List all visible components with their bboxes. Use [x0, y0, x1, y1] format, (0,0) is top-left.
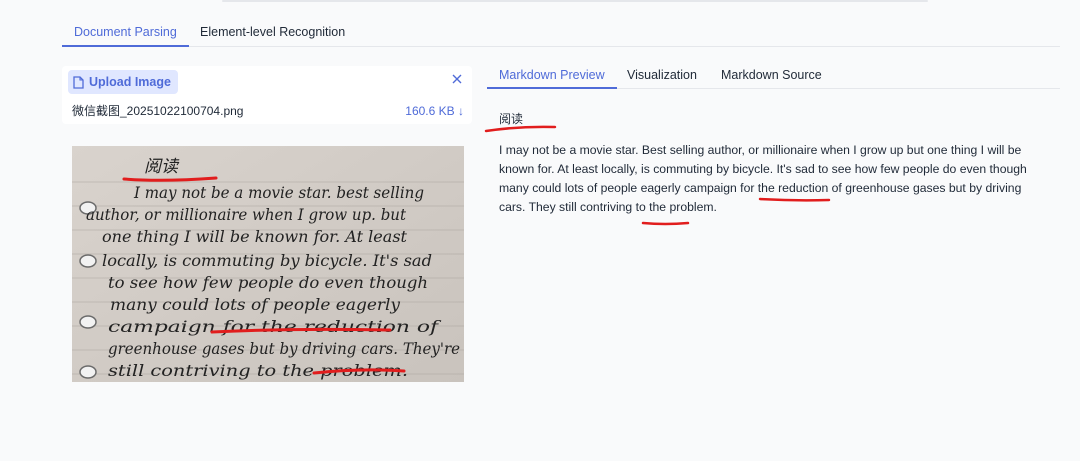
uploaded-file-row: 微信截图_20251022100704.png 160.6 KB ↓	[72, 102, 464, 120]
close-button[interactable]	[448, 70, 466, 88]
close-icon	[452, 74, 462, 84]
highlighted-word: problem	[669, 200, 714, 214]
handwriting-line: greenhouse gases but by driving cars. Th…	[108, 339, 460, 358]
handwriting-line: many could lots of people eagerly	[110, 295, 401, 314]
file-name: 微信截图_20251022100704.png	[72, 104, 244, 118]
upload-panel: Upload Image 微信截图_20251022100704.png 160…	[62, 66, 472, 124]
file-size-value: 160.6 KB	[405, 104, 455, 118]
handwriting-line: locally, is commuting by bicycle. It's s…	[102, 251, 432, 270]
uploaded-image-preview: 阅读 I may not be a movie star. best selli…	[72, 146, 464, 382]
handwriting-line: 阅读	[144, 157, 180, 177]
upload-image-button[interactable]: Upload Image	[68, 70, 178, 94]
annotation-underline	[641, 221, 690, 226]
top-divider-strip	[222, 0, 928, 2]
paragraph-text: .	[713, 200, 717, 214]
tab-markdown-source[interactable]: Markdown Source	[709, 64, 834, 87]
annotation-underline	[484, 125, 557, 133]
preview-tab-bar: Markdown Preview Visualization Markdown …	[487, 64, 1060, 89]
tab-element-level-recognition[interactable]: Element-level Recognition	[188, 18, 357, 45]
handwriting-line: campaign for the reduction of	[108, 317, 442, 336]
main-tab-bar: Document Parsing Element-level Recogniti…	[62, 18, 1060, 47]
markdown-heading: 阅读	[499, 112, 524, 126]
file-size[interactable]: 160.6 KB ↓	[405, 102, 464, 120]
tab-markdown-preview[interactable]: Markdown Preview	[487, 64, 617, 89]
handwriting-line: author, or millionaire when I grow up. b…	[86, 205, 407, 224]
handwriting-line: I may not be a movie star. best selling	[133, 183, 424, 202]
tab-visualization[interactable]: Visualization	[615, 64, 709, 87]
markdown-paragraph: I may not be a movie star. Best selling …	[499, 141, 1049, 217]
download-arrow-icon[interactable]: ↓	[458, 104, 464, 118]
file-icon	[73, 75, 84, 89]
handwriting-line: to see how few people do even though	[108, 273, 428, 292]
upload-image-label: Upload Image	[89, 75, 171, 89]
handwriting-line: one thing I will be known for. At least	[102, 227, 408, 246]
tab-document-parsing[interactable]: Document Parsing	[62, 18, 189, 47]
highlighted-phrase: the reduction	[757, 181, 829, 195]
